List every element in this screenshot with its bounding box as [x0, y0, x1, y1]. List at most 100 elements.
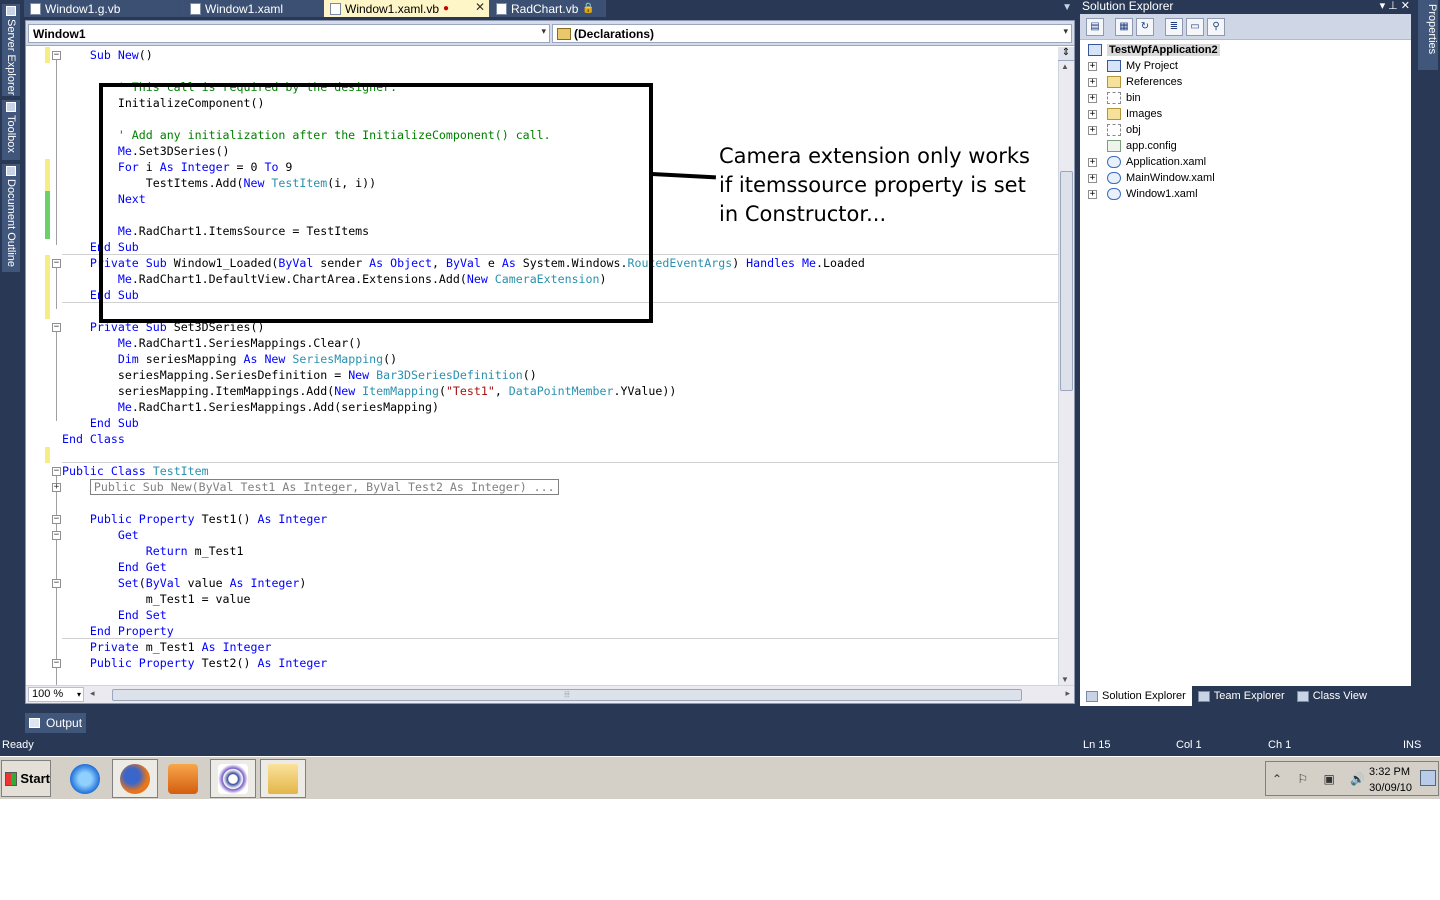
internet-explorer-button[interactable] [62, 759, 108, 798]
expand-toggle-icon[interactable]: + [1088, 109, 1097, 119]
class-combo[interactable]: Window1 ▾ [28, 24, 550, 43]
scroll-right-icon[interactable]: ▸ [1065, 688, 1070, 699]
collapse-toggle[interactable]: − [52, 51, 61, 60]
xaml-file-icon [1107, 188, 1121, 200]
media-player-button[interactable] [160, 759, 206, 798]
visual-studio-button[interactable] [210, 759, 256, 798]
code-token: Handles [746, 256, 796, 270]
media-player-icon [168, 763, 198, 794]
unsaved-change-marker [45, 447, 50, 463]
tab-team-explorer[interactable]: Team Explorer [1192, 686, 1291, 706]
show-desktop-icon[interactable] [1420, 770, 1436, 786]
member-combo[interactable]: (Declarations) ▾ [552, 24, 1072, 43]
code-line: Me.RadChart1.SeriesMappings.Clear() [62, 335, 362, 351]
tree-item[interactable]: app.config [1080, 138, 1177, 154]
expand-toggle-icon[interactable]: + [1088, 77, 1097, 87]
code-line: End Get [62, 559, 167, 575]
code-line: Me.RadChart1.SeriesMappings.Add(seriesMa… [62, 399, 439, 415]
tree-item[interactable]: + obj [1080, 122, 1141, 138]
toolbox-tab[interactable]: Toolbox [2, 100, 20, 160]
tab-window1-xaml-vb[interactable]: Window1.xaml.vb ● ✕ [324, 0, 490, 17]
code-token: () [383, 352, 398, 366]
tab-solution-explorer[interactable]: Solution Explorer [1080, 686, 1192, 706]
server-explorer-tab[interactable]: Server Explorer [2, 4, 20, 96]
expand-toggle-icon[interactable]: + [1088, 189, 1097, 199]
expand-toggle-icon[interactable]: + [1088, 125, 1097, 135]
tree-item[interactable]: + References [1080, 74, 1182, 90]
tab-class-view[interactable]: Class View [1291, 686, 1373, 706]
code-line: seriesMapping.ItemMappings.Add(New ItemM… [62, 383, 676, 399]
folder-icon [268, 763, 298, 794]
start-button[interactable]: Start [1, 760, 51, 797]
refresh-icon[interactable]: ↻ [1136, 17, 1154, 36]
tree-item[interactable]: + Images [1080, 106, 1162, 122]
expand-toggle-icon[interactable]: + [1088, 157, 1097, 167]
close-tab-icon[interactable]: ✕ [475, 0, 485, 14]
vertical-scroll-thumb[interactable] [1060, 171, 1073, 391]
folder-dash-file-icon [1107, 124, 1121, 136]
collapse-toggle[interactable]: − [52, 259, 61, 268]
windows-explorer-button[interactable] [260, 759, 306, 798]
properties-tab[interactable]: Properties [1418, 0, 1438, 70]
show-all-files-icon[interactable]: ▦ [1115, 17, 1133, 36]
tab-radchart-vb[interactable]: RadChart.vb 🔒 [490, 0, 606, 17]
tab-window1-g-vb[interactable]: Window1.g.vb [24, 0, 184, 17]
split-editor-handle[interactable]: ⇕ [1058, 47, 1074, 61]
tree-item[interactable]: + MainWindow.xaml [1080, 170, 1215, 186]
tree-item[interactable]: + Window1.xaml [1080, 186, 1198, 202]
output-tab[interactable]: Output [25, 713, 86, 733]
annotation-box [99, 83, 653, 323]
expand-toggle-icon[interactable]: + [1088, 93, 1097, 103]
scroll-left-icon[interactable]: ◂ [90, 688, 95, 699]
code-token: Class [110, 464, 146, 478]
zoom-combo[interactable]: 100 % ▾ [28, 687, 84, 702]
document-outline-tab[interactable]: Document Outline [2, 164, 20, 272]
collapse-toggle[interactable]: − [52, 515, 61, 524]
scroll-up-icon[interactable]: ▲ [1061, 62, 1069, 71]
tree-item-label: bin [1126, 92, 1141, 104]
properties-icon[interactable]: ▤ [1086, 17, 1104, 36]
collapse-toggle[interactable]: − [52, 467, 61, 476]
panel-window-buttons[interactable]: ▾ ⊥ ✕ [1380, 0, 1410, 13]
tree-item[interactable]: + Application.xaml [1080, 154, 1206, 170]
horizontal-scroll-thumb[interactable]: ⦙⦙⦙ [112, 689, 1022, 701]
collapse-toggle[interactable]: − [52, 579, 61, 588]
code-token: .RadChart1.SeriesMappings.Add(seriesMapp… [131, 400, 439, 414]
tree-item[interactable]: + bin [1080, 90, 1141, 106]
collapse-toggle[interactable]: − [52, 531, 61, 540]
collapse-toggle[interactable]: − [52, 323, 61, 332]
code-token: Private [89, 640, 139, 654]
tree-root-project[interactable]: TestWpfApplication2 [1088, 42, 1220, 58]
firefox-button[interactable] [112, 759, 158, 798]
project-icon [1088, 44, 1102, 56]
expand-toggle-icon[interactable]: + [1088, 173, 1097, 183]
view-code-icon[interactable]: ≣ [1165, 17, 1183, 36]
lock-icon: 🔒 [582, 3, 595, 14]
tab-label: Window1.g.vb [45, 1, 121, 16]
clock-time[interactable]: 3:32 PM [1369, 766, 1410, 778]
outline-guide [56, 57, 57, 245]
scroll-down-icon[interactable]: ▼ [1061, 675, 1069, 684]
saved-change-marker [45, 191, 50, 239]
horizontal-scrollbar[interactable]: 100 % ▾ ◂ ⦙⦙⦙ ▸ [26, 685, 1074, 703]
tabs-dropdown-icon[interactable]: ▼ [1062, 2, 1072, 13]
tray-icons[interactable]: ⌃ ⚐ ▣ 🔊 [1272, 772, 1371, 786]
expand-toggle[interactable]: + [52, 483, 61, 492]
vertical-scrollbar[interactable]: ▲ ▼ [1058, 61, 1074, 685]
class-diagram-icon[interactable]: ⚲ [1207, 17, 1225, 36]
view-designer-icon[interactable]: ▭ [1186, 17, 1204, 36]
system-tray: ⌃ ⚐ ▣ 🔊 3:32 PM 30/09/10 [1265, 761, 1439, 796]
tree-item[interactable]: + My Project [1080, 58, 1178, 74]
tab-window1-xaml[interactable]: Window1.xaml [184, 0, 324, 17]
collapse-toggle[interactable]: − [52, 659, 61, 668]
expand-toggle-icon[interactable]: + [1088, 61, 1097, 71]
clock-date[interactable]: 30/09/10 [1369, 782, 1412, 794]
code-token: As [229, 576, 244, 590]
solution-explorer-toolbar: ▤ ▦ ↻ ≣ ▭ ⚲ [1080, 14, 1411, 40]
code-token: End Get [117, 560, 167, 574]
